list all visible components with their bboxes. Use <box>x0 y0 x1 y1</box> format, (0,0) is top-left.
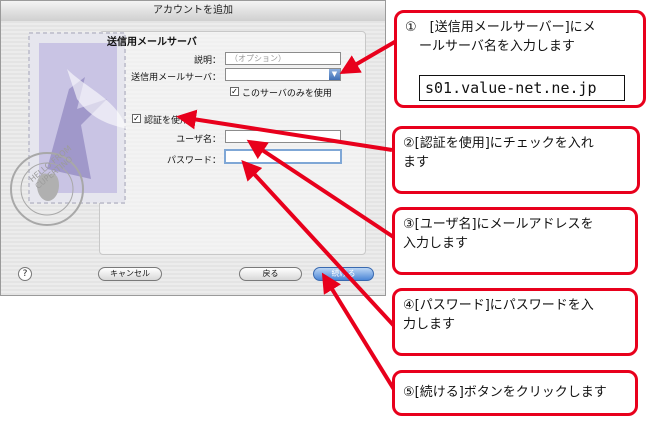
callout-5-line1: ⑤[続ける]ボタンをクリックします <box>403 385 607 400</box>
callout-2-line2: ます <box>403 155 430 170</box>
callout-1-line2: ールサーバ名を入力します <box>419 39 575 54</box>
server-name-box: s01.value-net.ne.jp <box>419 75 625 101</box>
callout-4-line2: 力します <box>403 317 456 332</box>
callout-2: ②[認証を使用]にチェックを入れ ます <box>392 126 640 194</box>
stage: アカウントを追加 HELLO FROM CUPERTINO 送信用メールサーバ … <box>0 0 660 429</box>
callout-3-line1: ③[ユーザ名]にメールアドレスを <box>403 217 594 232</box>
callout-4: ④[パスワード]にパスワードを入 力します <box>392 288 638 356</box>
arrow-1 <box>339 38 400 75</box>
callout-3-line2: 入力します <box>403 236 469 251</box>
callout-3: ③[ユーザ名]にメールアドレスを 入力します <box>392 207 638 275</box>
arrow-2 <box>176 109 393 152</box>
callout-2-line1: ②[認証を使用]にチェックを入れ <box>403 136 594 151</box>
callout-5: ⑤[続ける]ボタンをクリックします <box>392 370 638 416</box>
arrow-5 <box>321 272 400 398</box>
callout-1-line1: ① [送信用メールサーバー]にメ <box>405 20 596 35</box>
callout-4-line1: ④[パスワード]にパスワードを入 <box>403 298 594 313</box>
